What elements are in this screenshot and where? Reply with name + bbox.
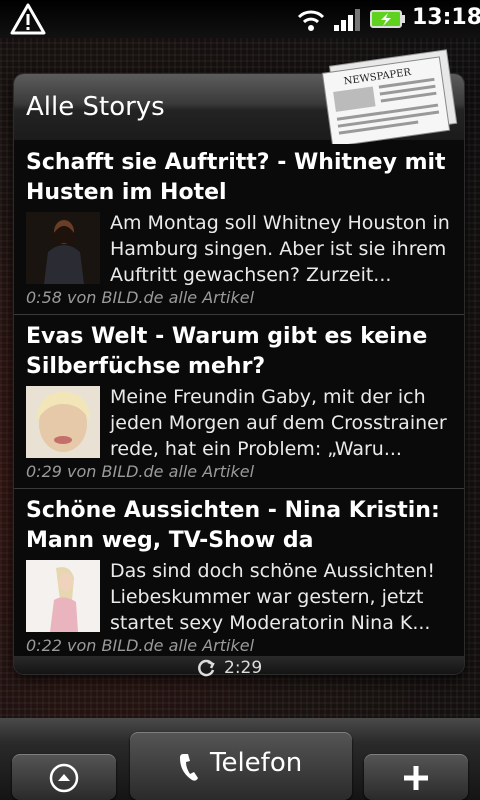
warning-icon (10, 3, 46, 35)
status-bar: 13:18 (0, 0, 480, 38)
story-thumbnail (26, 212, 100, 284)
news-widget: Alle Storys NEWSPAPER Schafft sie Auftri… (14, 49, 464, 674)
story-title: Evas Welt - Warum gibt es keine Silberfü… (26, 324, 428, 379)
story-item[interactable]: Schafft sie Auftritt? - Whitney mit Hust… (14, 140, 464, 315)
signal-icon (334, 9, 360, 31)
add-icon (404, 766, 428, 790)
bottom-bar: Telefon (0, 718, 480, 800)
status-time: 13:18 (412, 5, 480, 30)
refresh-icon (198, 659, 215, 677)
story-item[interactable]: Schöne Aussichten - Nina Kristin: Mann w… (14, 488, 464, 663)
story-meta: 0:58 von BILD.de alle Artikel (26, 288, 255, 307)
story-title: Schöne Aussichten - Nina Kristin: Mann w… (26, 498, 440, 553)
refresh-indicator[interactable]: 2:29 (196, 656, 262, 680)
story-excerpt: Das sind doch schöne Aussichten! Liebesk… (110, 560, 435, 634)
story-excerpt: Meine Freundin Gaby, mit der ich jeden M… (110, 386, 447, 460)
app-drawer-button[interactable] (12, 754, 116, 800)
widget-title: Alle Storys (26, 92, 165, 122)
phone-icon (180, 754, 198, 781)
add-button[interactable] (364, 754, 468, 800)
story-meta: 0:29 von BILD.de alle Artikel (26, 462, 255, 481)
refresh-time: 2:29 (224, 658, 263, 678)
story-thumbnail (26, 560, 100, 632)
newspaper-icon[interactable]: NEWSPAPER (316, 44, 466, 144)
story-title: Schafft sie Auftritt? - Whitney mit Hust… (26, 150, 446, 205)
story-meta: 0:22 von BILD.de alle Artikel (26, 636, 255, 655)
story-excerpt: Am Montag soll Whitney Houston in Hambur… (110, 212, 450, 286)
wifi-icon (297, 10, 325, 31)
story-item[interactable]: Evas Welt - Warum gibt es keine Silberfü… (14, 314, 464, 489)
app-drawer-up-icon (49, 763, 79, 793)
story-thumbnail (26, 386, 100, 458)
phone-label: Telefon (210, 748, 303, 778)
battery-charging-icon (370, 10, 405, 28)
phone-button[interactable]: Telefon (130, 732, 352, 800)
